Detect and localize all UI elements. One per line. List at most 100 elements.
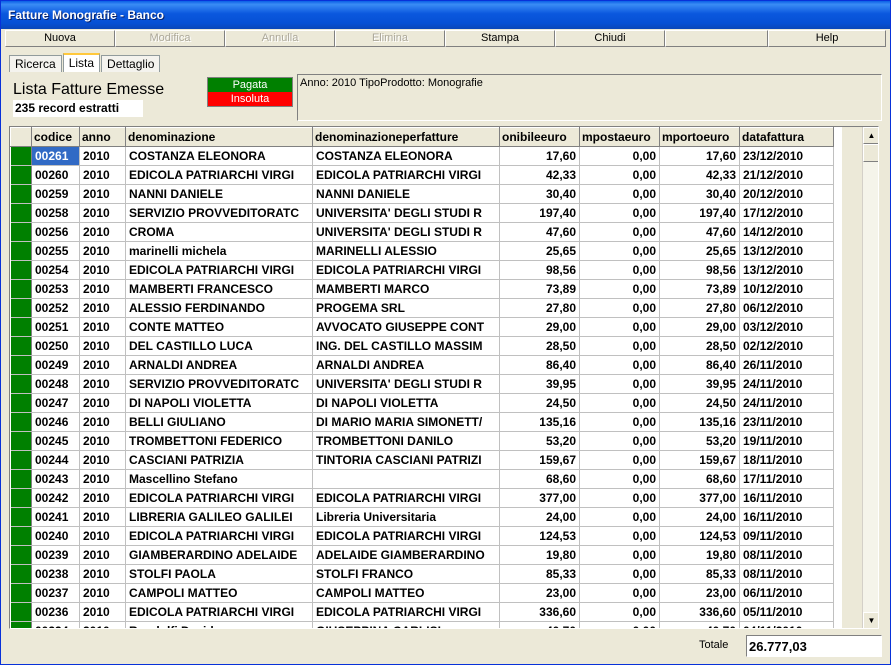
cell-mpostaeuro[interactable]: 0,00	[579, 469, 660, 489]
table-row[interactable]: 00247 2010 DI NAPOLI VIOLETTA DI NAPOLI VIO…	[10, 393, 834, 413]
cell-denominazioneperfatture[interactable]: EDICOLA PATRIARCHI VIRGI	[312, 260, 500, 280]
cell-codice[interactable]: 00239	[31, 545, 80, 565]
table-row[interactable]: 00251 2010 CONTE MATTEO AVVOCATO GIUSEPPE C…	[10, 317, 834, 337]
table-row[interactable]: 00243 2010 Mascellino Stefano 68,60 0,00 68,6…	[10, 469, 834, 489]
table-row[interactable]: 00237 2010 CAMPOLI MATTEO CAMPOLI MATTEO 23,…	[10, 583, 834, 603]
cell-denominazioneperfatture[interactable]: DI MARIO MARIA SIMONETT/	[312, 412, 500, 432]
cell-denominazione[interactable]: GIAMBERARDINO ADELAIDE	[125, 545, 313, 565]
cell-denominazioneperfatture[interactable]: EDICOLA PATRIARCHI VIRGI	[312, 526, 500, 546]
table-row[interactable]: 00246 2010 BELLI GIULIANO DI MARIO MARIA SI…	[10, 412, 834, 432]
cell-datafattura[interactable]: 08/11/2010	[739, 545, 834, 565]
cell-mportoeuro[interactable]: 24,50	[659, 393, 740, 413]
cell-anno[interactable]: 2010	[79, 184, 126, 204]
cell-denominazione[interactable]: BELLI GIULIANO	[125, 412, 313, 432]
cell-denominazione[interactable]: EDICOLA PATRIARCHI VIRGI	[125, 488, 313, 508]
cell-onibileeuro[interactable]: 17,60	[499, 146, 580, 166]
cell-anno[interactable]: 2010	[79, 526, 126, 546]
cell-denominazione[interactable]: CONTE MATTEO	[125, 317, 313, 337]
cell-onibileeuro[interactable]: 30,40	[499, 184, 580, 204]
column-header-datafattura[interactable]: datafattura	[739, 127, 834, 147]
cell-datafattura[interactable]: 04/11/2010	[739, 621, 834, 628]
cell-anno[interactable]: 2010	[79, 450, 126, 470]
cell-codice[interactable]: 00260	[31, 165, 80, 185]
cell-onibileeuro[interactable]: 27,80	[499, 298, 580, 318]
cell-denominazione[interactable]: CAMPOLI MATTEO	[125, 583, 313, 603]
cell-codice[interactable]: 00258	[31, 203, 80, 223]
cell-anno[interactable]: 2010	[79, 602, 126, 622]
scroll-thumb[interactable]	[863, 144, 878, 162]
cell-mpostaeuro[interactable]: 0,00	[579, 241, 660, 261]
cell-onibileeuro[interactable]: 124,53	[499, 526, 580, 546]
cell-codice[interactable]: 00248	[31, 374, 80, 394]
cell-denominazione[interactable]: MAMBERTI FRANCESCO	[125, 279, 313, 299]
cell-onibileeuro[interactable]: 197,40	[499, 203, 580, 223]
cell-mportoeuro[interactable]: 53,20	[659, 431, 740, 451]
cell-denominazioneperfatture[interactable]: EDICOLA PATRIARCHI VIRGI	[312, 488, 500, 508]
cell-anno[interactable]: 2010	[79, 165, 126, 185]
cell-denominazioneperfatture[interactable]: UNIVERSITA' DEGLI STUDI R	[312, 222, 500, 242]
cell-anno[interactable]: 2010	[79, 431, 126, 451]
cell-codice[interactable]: 00254	[31, 260, 80, 280]
cell-anno[interactable]: 2010	[79, 260, 126, 280]
cell-mportoeuro[interactable]: 68,60	[659, 469, 740, 489]
cell-denominazioneperfatture[interactable]: ARNALDI ANDREA	[312, 355, 500, 375]
cell-mportoeuro[interactable]: 159,67	[659, 450, 740, 470]
cell-datafattura[interactable]: 19/11/2010	[739, 431, 834, 451]
cell-datafattura[interactable]: 23/11/2010	[739, 412, 834, 432]
cell-mpostaeuro[interactable]: 0,00	[579, 222, 660, 242]
cell-denominazioneperfatture[interactable]: ING. DEL CASTILLO MASSIM	[312, 336, 500, 356]
cell-denominazioneperfatture[interactable]: ADELAIDE GIAMBERARDINO	[312, 545, 500, 565]
cell-codice[interactable]: 00234	[31, 621, 80, 628]
cell-codice[interactable]: 00238	[31, 564, 80, 584]
cell-mportoeuro[interactable]: 47,60	[659, 222, 740, 242]
cell-mpostaeuro[interactable]: 0,00	[579, 203, 660, 223]
vertical-scrollbar[interactable]: ▲ ▼	[862, 127, 878, 628]
cell-denominazione[interactable]: NANNI DANIELE	[125, 184, 313, 204]
cell-codice[interactable]: 00252	[31, 298, 80, 318]
cell-anno[interactable]: 2010	[79, 469, 126, 489]
cell-mportoeuro[interactable]: 73,89	[659, 279, 740, 299]
cell-denominazioneperfatture[interactable]: PROGEMA SRL	[312, 298, 500, 318]
cell-mpostaeuro[interactable]: 0,00	[579, 355, 660, 375]
cell-datafattura[interactable]: 03/12/2010	[739, 317, 834, 337]
cell-codice[interactable]: 00240	[31, 526, 80, 546]
table-row[interactable]: 00249 2010 ARNALDI ANDREA ARNALDI ANDREA 86,…	[10, 355, 834, 375]
cell-anno[interactable]: 2010	[79, 355, 126, 375]
cell-onibileeuro[interactable]: 86,40	[499, 355, 580, 375]
cell-onibileeuro[interactable]: 29,00	[499, 317, 580, 337]
table-row[interactable]: 00255 2010 marinelli michela MARINELLI ALES…	[10, 241, 834, 261]
cell-denominazioneperfatture[interactable]: CAMPOLI MATTEO	[312, 583, 500, 603]
cell-denominazione[interactable]: EDICOLA PATRIARCHI VIRGI	[125, 165, 313, 185]
cell-denominazione[interactable]: EDICOLA PATRIARCHI VIRGI	[125, 260, 313, 280]
cell-datafattura[interactable]: 16/11/2010	[739, 488, 834, 508]
table-row[interactable]: 00258 2010 SERVIZIO PROVVEDITORATC UNIVERSI…	[10, 203, 834, 223]
cell-anno[interactable]: 2010	[79, 203, 126, 223]
cell-onibileeuro[interactable]: 68,60	[499, 469, 580, 489]
cell-anno[interactable]: 2010	[79, 374, 126, 394]
cell-datafattura[interactable]: 18/11/2010	[739, 450, 834, 470]
cell-denominazione[interactable]: DEL CASTILLO LUCA	[125, 336, 313, 356]
table-row[interactable]: 00252 2010 ALESSIO FERDINANDO PROGEMA SRL 27…	[10, 298, 834, 318]
table-row[interactable]: 00241 2010 LIBRERIA GALILEO GALILEI Libreri…	[10, 507, 834, 527]
cell-anno[interactable]: 2010	[79, 621, 126, 628]
cell-codice[interactable]: 00247	[31, 393, 80, 413]
cell-denominazioneperfatture[interactable]: COSTANZA ELEONORA	[312, 146, 500, 166]
cell-mpostaeuro[interactable]: 0,00	[579, 621, 660, 628]
cell-datafattura[interactable]: 24/11/2010	[739, 374, 834, 394]
cell-onibileeuro[interactable]: 28,50	[499, 336, 580, 356]
cell-denominazioneperfatture[interactable]: MAMBERTI MARCO	[312, 279, 500, 299]
cell-denominazioneperfatture[interactable]: MARINELLI ALESSIO	[312, 241, 500, 261]
cell-mportoeuro[interactable]: 197,40	[659, 203, 740, 223]
cell-codice[interactable]: 00253	[31, 279, 80, 299]
table-row[interactable]: 00244 2010 CASCIANI PATRIZIA TINTORIA CASCI…	[10, 450, 834, 470]
table-row[interactable]: 00248 2010 SERVIZIO PROVVEDITORATC UNIVERSI…	[10, 374, 834, 394]
cell-codice[interactable]: 00241	[31, 507, 80, 527]
cell-denominazioneperfatture[interactable]: GIUSEPPINA CARLISI	[312, 621, 500, 628]
cell-mportoeuro[interactable]: 19,80	[659, 545, 740, 565]
cell-datafattura[interactable]: 09/11/2010	[739, 526, 834, 546]
cell-anno[interactable]: 2010	[79, 317, 126, 337]
tab-dettaglio[interactable]: Dettaglio	[101, 55, 161, 72]
table-row[interactable]: 00245 2010 TROMBETTONI FEDERICO TROMBETTONI…	[10, 431, 834, 451]
cell-codice[interactable]: 00243	[31, 469, 80, 489]
cell-onibileeuro[interactable]: 73,89	[499, 279, 580, 299]
